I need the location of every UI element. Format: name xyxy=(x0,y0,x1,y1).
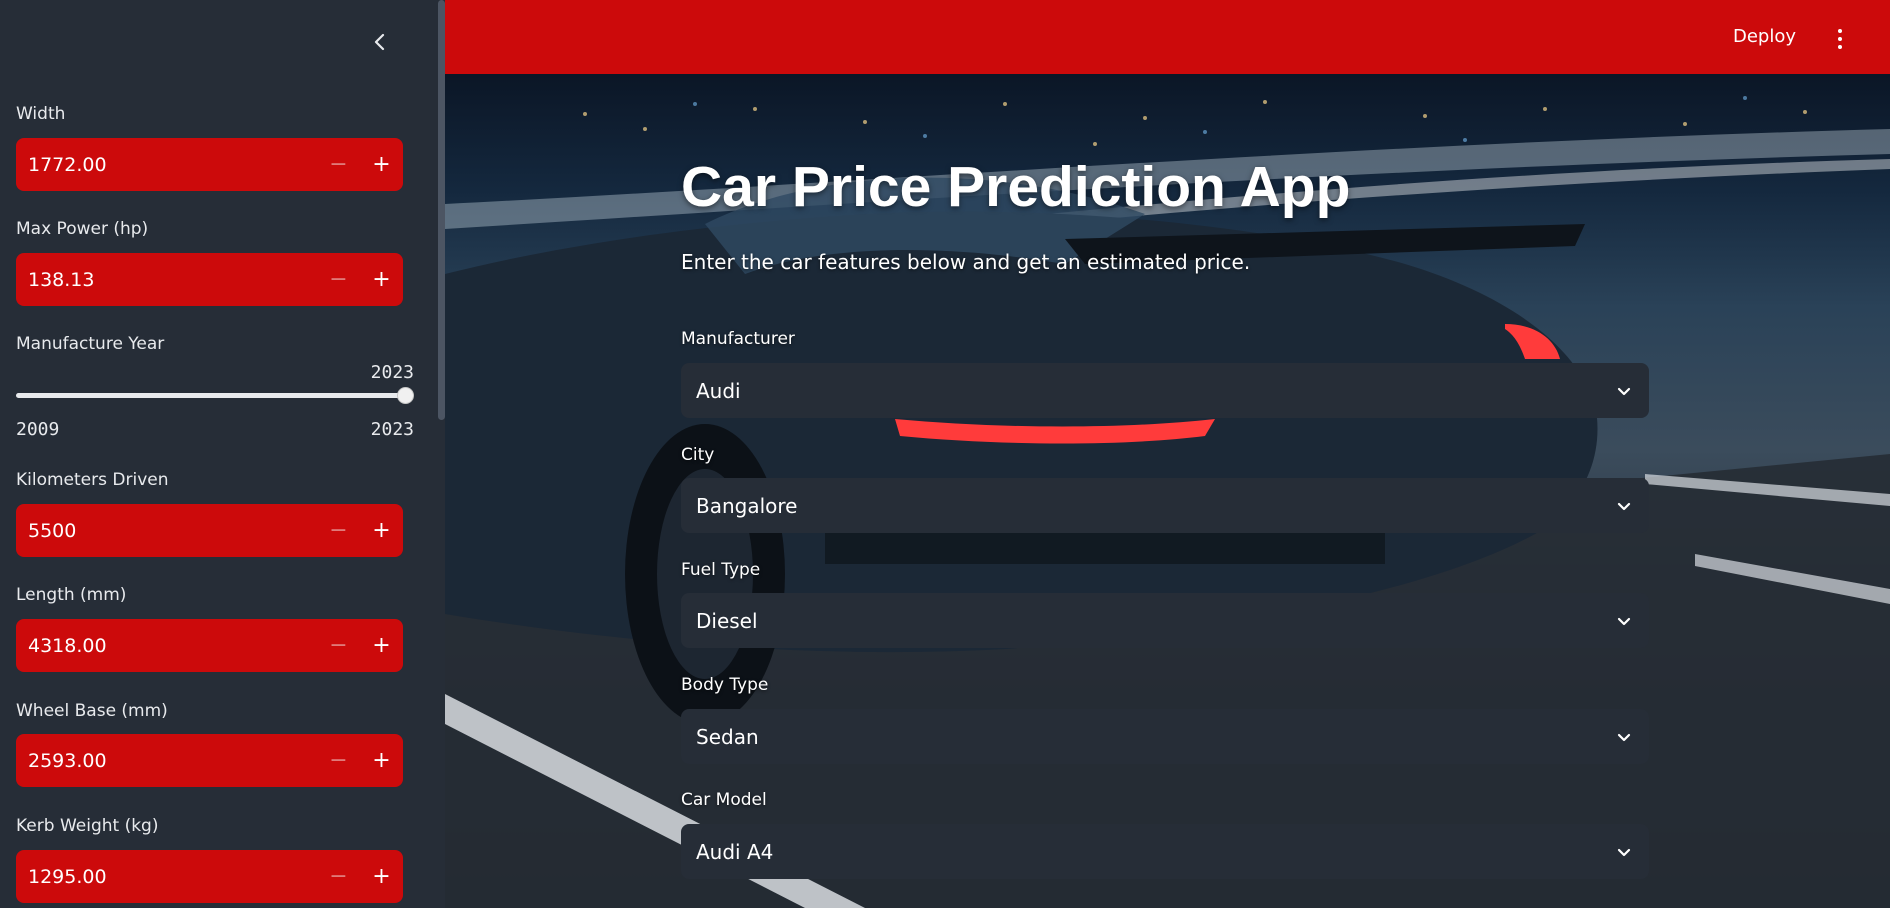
max-power-label: Max Power (hp) xyxy=(16,219,149,239)
kerb-weight-value[interactable]: 1295.00 xyxy=(16,866,317,888)
max-power-value[interactable]: 138.13 xyxy=(16,269,317,291)
main-menu-button[interactable] xyxy=(1830,26,1850,52)
wheel-base-decrement-button[interactable]: − xyxy=(317,734,360,787)
kilometers-driven-value[interactable]: 5500 xyxy=(16,520,317,542)
collapse-sidebar-button[interactable] xyxy=(366,28,394,56)
chevron-down-icon xyxy=(1615,612,1633,630)
sidebar-scrollbar[interactable] xyxy=(438,0,445,420)
manufacturer-label: Manufacturer xyxy=(681,329,795,349)
deploy-button[interactable]: Deploy xyxy=(1733,26,1796,47)
width-label: Width xyxy=(16,104,66,124)
app-window: Width 1772.00 − + Max Power (hp) 138.13 … xyxy=(0,0,1890,908)
city-select[interactable]: Bangalore xyxy=(681,478,1649,533)
car-model-label: Car Model xyxy=(681,790,767,810)
chevron-down-icon xyxy=(1615,497,1633,515)
page-subtitle: Enter the car features below and get an … xyxy=(681,250,1251,274)
kilometers-decrement-button[interactable]: − xyxy=(317,504,360,557)
length-value[interactable]: 4318.00 xyxy=(16,635,317,657)
chevron-down-icon xyxy=(1615,728,1633,746)
top-header: Deploy xyxy=(445,0,1890,74)
body-type-selected-value: Sedan xyxy=(696,724,759,749)
length-increment-button[interactable]: + xyxy=(360,619,403,672)
width-decrement-button[interactable]: − xyxy=(317,138,360,191)
manufacture-year-slider[interactable]: 2023 2009 2023 xyxy=(16,362,414,442)
kilometers-increment-button[interactable]: + xyxy=(360,504,403,557)
kerb-weight-increment-button[interactable]: + xyxy=(360,850,403,903)
wheel-base-label: Wheel Base (mm) xyxy=(16,701,168,721)
width-input[interactable]: 1772.00 − + xyxy=(16,138,403,191)
fuel-type-select[interactable]: Diesel xyxy=(681,593,1649,648)
body-type-select[interactable]: Sedan xyxy=(681,709,1649,764)
manufacturer-selected-value: Audi xyxy=(696,378,741,403)
kilometers-driven-label: Kilometers Driven xyxy=(16,470,169,490)
length-label: Length (mm) xyxy=(16,585,127,605)
slider-max-value: 2023 xyxy=(370,419,414,440)
vertical-ellipsis-icon xyxy=(1838,29,1842,33)
max-power-decrement-button[interactable]: − xyxy=(317,253,360,306)
slider-track[interactable] xyxy=(16,393,405,398)
kilometers-driven-input[interactable]: 5500 − + xyxy=(16,504,403,557)
manufacture-year-label: Manufacture Year xyxy=(16,334,165,354)
slider-min-value: 2009 xyxy=(16,419,60,440)
slider-thumb[interactable] xyxy=(396,387,414,404)
max-power-increment-button[interactable]: + xyxy=(360,253,403,306)
page-title: Car Price Prediction App xyxy=(681,155,1351,219)
slider-current-value: 2023 xyxy=(370,362,414,383)
city-selected-value: Bangalore xyxy=(696,493,798,518)
length-input[interactable]: 4318.00 − + xyxy=(16,619,403,672)
wheel-base-increment-button[interactable]: + xyxy=(360,734,403,787)
fuel-type-label: Fuel Type xyxy=(681,560,761,580)
kerb-weight-input[interactable]: 1295.00 − + xyxy=(16,850,403,903)
length-decrement-button[interactable]: − xyxy=(317,619,360,672)
car-model-select[interactable]: Audi A4 xyxy=(681,824,1649,879)
max-power-input[interactable]: 138.13 − + xyxy=(16,253,403,306)
city-label: City xyxy=(681,445,715,465)
chevron-down-icon xyxy=(1615,843,1633,861)
sidebar: Width 1772.00 − + Max Power (hp) 138.13 … xyxy=(0,0,445,908)
chevron-down-icon xyxy=(1615,382,1633,400)
fuel-type-selected-value: Diesel xyxy=(696,608,758,633)
width-increment-button[interactable]: + xyxy=(360,138,403,191)
kerb-weight-decrement-button[interactable]: − xyxy=(317,850,360,903)
car-model-selected-value: Audi A4 xyxy=(696,839,774,864)
body-type-label: Body Type xyxy=(681,675,769,695)
wheel-base-value[interactable]: 2593.00 xyxy=(16,750,317,772)
wheel-base-input[interactable]: 2593.00 − + xyxy=(16,734,403,787)
manufacturer-select[interactable]: Audi xyxy=(681,363,1649,418)
kerb-weight-label: Kerb Weight (kg) xyxy=(16,816,159,836)
chevron-left-icon xyxy=(374,33,385,51)
width-value[interactable]: 1772.00 xyxy=(16,154,317,176)
